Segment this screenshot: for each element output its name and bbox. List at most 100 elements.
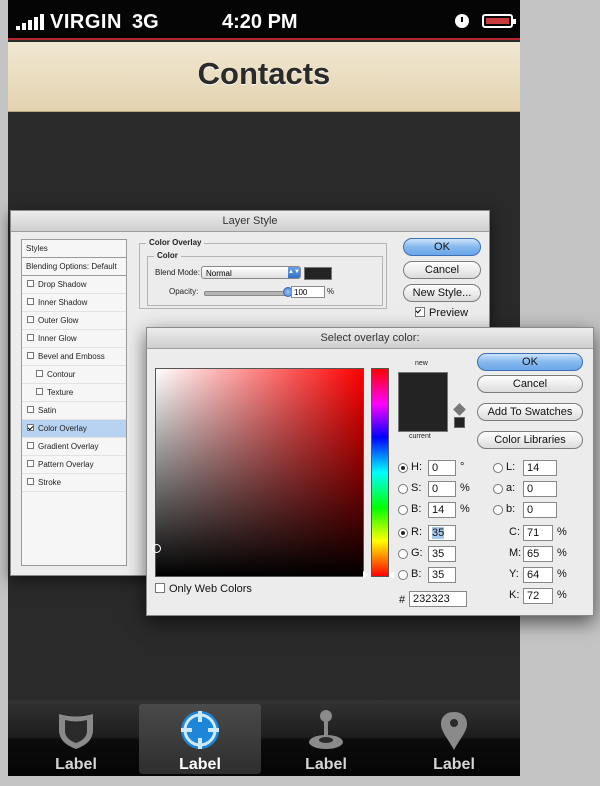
hue-slider[interactable] xyxy=(371,368,389,577)
lab-label: L: xyxy=(506,461,516,473)
lab-label: a: xyxy=(506,482,516,494)
lab-input[interactable]: 0 xyxy=(523,502,557,518)
style-checkbox[interactable] xyxy=(27,424,34,432)
status-bar: VIRGIN 3G 4:20 PM xyxy=(8,0,520,40)
cmyk-input[interactable]: 64 xyxy=(523,567,553,583)
hue-slider-left-arrow-icon[interactable] xyxy=(363,571,368,579)
color-field[interactable] xyxy=(152,368,364,577)
style-item-label: Satin xyxy=(38,406,57,415)
new-color-label: new xyxy=(415,360,428,367)
lab-input[interactable]: 0 xyxy=(523,481,557,497)
style-checkbox[interactable] xyxy=(27,280,34,288)
tab-2[interactable]: Label xyxy=(139,704,261,774)
style-checkbox[interactable] xyxy=(27,316,34,324)
cmyk-input[interactable]: 71 xyxy=(523,525,553,541)
hsb-unit: ° xyxy=(460,461,465,473)
hue-slider-right-arrow-icon[interactable] xyxy=(389,571,394,579)
small-swatch-icon[interactable] xyxy=(454,417,465,428)
network-type: 3G xyxy=(132,11,159,33)
hsb-input[interactable]: 14 xyxy=(428,502,456,518)
hex-input[interactable]: 232323 xyxy=(409,591,467,607)
tab-1[interactable]: Label xyxy=(15,704,137,774)
styles-list: Styles Blending Options: Default Drop Sh… xyxy=(21,239,127,566)
style-item[interactable]: Bevel and Emboss xyxy=(22,348,126,366)
map-pin-icon xyxy=(441,712,467,750)
new-style-button[interactable]: New Style... xyxy=(403,284,481,302)
opacity-unit: % xyxy=(327,287,335,296)
cmyk-label: M: xyxy=(509,547,522,559)
cmyk-input[interactable]: 65 xyxy=(523,546,553,562)
status-time: 4:20 PM xyxy=(222,11,298,33)
blend-mode-select[interactable]: Normal ▲▼ xyxy=(201,266,301,279)
style-checkbox[interactable] xyxy=(27,352,34,360)
style-item[interactable]: Texture xyxy=(22,384,126,402)
hsb-input[interactable]: 0 xyxy=(428,481,456,497)
blend-mode-label: Blend Mode: xyxy=(155,268,200,277)
ok-button[interactable]: OK xyxy=(477,353,583,371)
only-web-colors-checkbox[interactable]: Only Web Colors xyxy=(155,583,252,595)
style-item[interactable]: Inner Shadow xyxy=(22,294,126,312)
style-item[interactable]: Drop Shadow xyxy=(22,276,126,294)
style-checkbox[interactable] xyxy=(27,334,34,342)
style-checkbox[interactable] xyxy=(27,478,34,486)
cancel-button[interactable]: Cancel xyxy=(477,375,583,393)
rgb-input[interactable]: 35 xyxy=(428,546,456,562)
lab-value: 0 xyxy=(527,483,534,495)
hsb-radio[interactable] xyxy=(398,505,408,515)
style-checkbox[interactable] xyxy=(27,460,34,468)
rgb-radio[interactable] xyxy=(398,549,408,559)
hsb-input[interactable]: 0 xyxy=(428,460,456,476)
lab-radio[interactable] xyxy=(493,463,503,473)
style-checkbox[interactable] xyxy=(36,388,43,396)
cmyk-input[interactable]: 72 xyxy=(523,588,553,604)
preview-checkbox[interactable]: Preview xyxy=(415,307,468,319)
style-checkbox[interactable] xyxy=(27,442,34,450)
style-item[interactable]: Inner Glow xyxy=(22,330,126,348)
hsb-radio[interactable] xyxy=(398,463,408,473)
rgb-label: G: xyxy=(411,547,423,559)
overlay-color-swatch[interactable] xyxy=(304,267,332,280)
styles-header[interactable]: Styles xyxy=(22,240,126,258)
hsb-value: 0 xyxy=(432,462,439,474)
dialog-title: Select overlay color: xyxy=(147,328,593,349)
style-item[interactable]: Pattern Overlay xyxy=(22,456,126,474)
rgb-input[interactable]: 35 xyxy=(428,567,456,583)
lab-radio[interactable] xyxy=(493,484,503,494)
style-item[interactable]: Contour xyxy=(22,366,126,384)
rgb-radio[interactable] xyxy=(398,570,408,580)
color-field-marker[interactable] xyxy=(152,544,161,553)
opacity-slider[interactable] xyxy=(204,291,290,296)
style-item[interactable]: Stroke xyxy=(22,474,126,492)
tab-4[interactable]: Label xyxy=(393,704,515,774)
style-checkbox[interactable] xyxy=(27,406,34,414)
color-cube-icon[interactable] xyxy=(453,403,466,416)
lab-input[interactable]: 14 xyxy=(523,460,557,476)
color-libraries-button[interactable]: Color Libraries xyxy=(477,431,583,449)
lab-radio[interactable] xyxy=(493,505,503,515)
add-to-swatches-button[interactable]: Add To Swatches xyxy=(477,403,583,421)
style-checkbox[interactable] xyxy=(36,370,43,378)
rotation-lock-icon xyxy=(455,14,469,28)
rgb-label: R: xyxy=(411,526,422,538)
style-item[interactable]: Satin xyxy=(22,402,126,420)
tab-3[interactable]: Label xyxy=(265,704,387,774)
hsb-radio[interactable] xyxy=(398,484,408,494)
color-subgroup: Color xyxy=(147,251,383,306)
tab-label: Label xyxy=(179,756,221,773)
opacity-input[interactable]: 100 xyxy=(291,286,325,298)
rgb-radio[interactable] xyxy=(398,528,408,538)
cmyk-unit: % xyxy=(557,568,567,580)
style-item[interactable]: Outer Glow xyxy=(22,312,126,330)
rgb-label: B: xyxy=(411,568,422,580)
cancel-button[interactable]: Cancel xyxy=(403,261,481,279)
style-item[interactable]: Gradient Overlay xyxy=(22,438,126,456)
only-web-colors-label: Only Web Colors xyxy=(169,583,252,595)
hsb-unit: % xyxy=(460,482,470,494)
tab-label: Label xyxy=(305,756,347,773)
style-item[interactable]: Color Overlay xyxy=(22,420,126,438)
style-checkbox[interactable] xyxy=(27,298,34,306)
blending-options-item[interactable]: Blending Options: Default xyxy=(22,258,126,276)
preview-check-icon xyxy=(415,307,425,318)
rgb-input[interactable]: 35 xyxy=(428,525,456,541)
ok-button[interactable]: OK xyxy=(403,238,481,256)
